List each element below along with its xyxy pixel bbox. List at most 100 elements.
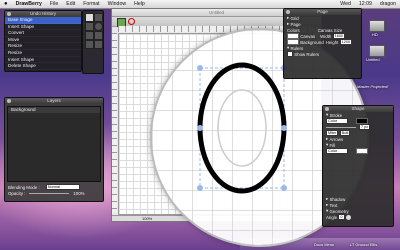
magnified-handle[interactable] bbox=[197, 185, 203, 191]
text-tool-icon[interactable] bbox=[94, 31, 103, 40]
zoom-level[interactable]: 100% bbox=[142, 216, 152, 221]
angle-label: Angle bbox=[326, 214, 338, 220]
opacity-value: 100% bbox=[73, 190, 85, 196]
rectangle-tool-icon[interactable] bbox=[85, 22, 94, 31]
undo-item[interactable]: Delete Shape bbox=[5, 63, 81, 70]
close-icon[interactable] bbox=[286, 10, 290, 14]
undo-history-list: Base Image Insert Shape Convert Move Res… bbox=[5, 17, 81, 70]
show-rulers-label: Show Rulers bbox=[294, 51, 320, 57]
undo-item[interactable]: Move bbox=[5, 37, 81, 44]
document-title: Untitled bbox=[208, 10, 225, 15]
opacity-row: Opacity : 100% bbox=[5, 190, 103, 196]
layers-titlebar[interactable]: Layers bbox=[5, 98, 103, 104]
undo-item[interactable]: Convert bbox=[5, 30, 81, 37]
line-tool-icon[interactable] bbox=[85, 31, 94, 40]
shape-panel-spacer bbox=[323, 154, 393, 196]
page-panel: Page ▸ Grid ▸ Page Colors Canvas Size Ca… bbox=[283, 8, 362, 79]
menu-day[interactable]: Wed bbox=[336, 1, 355, 7]
magnified-inner-oval bbox=[217, 89, 267, 167]
height-field[interactable]: 1200 bbox=[339, 39, 353, 45]
section-page-label: Page bbox=[290, 21, 301, 27]
undo-item[interactable]: Base Image bbox=[5, 17, 81, 24]
shadow-label: Shadow bbox=[329, 196, 346, 202]
dock-label[interactable]: LT Ground Ellis bbox=[350, 242, 377, 247]
drive-label-hd: HD bbox=[372, 32, 378, 37]
magnified-handle[interactable] bbox=[197, 65, 203, 71]
magnified-handle[interactable] bbox=[197, 125, 203, 131]
canvas-color-label: Canvas bbox=[300, 33, 316, 39]
undo-history-title: Undo History bbox=[29, 11, 56, 16]
canvas-size-label: Canvas Size bbox=[317, 27, 343, 33]
dock-label[interactable]: Docs Menu bbox=[314, 242, 334, 247]
shape-title: Shape bbox=[351, 106, 365, 111]
undo-history-titlebar[interactable]: Undo History bbox=[5, 11, 81, 17]
vertical-ruler bbox=[112, 33, 117, 213]
tool-palette bbox=[82, 10, 104, 74]
layers-list: Background bbox=[7, 106, 101, 182]
layer-row-background[interactable]: Background bbox=[8, 107, 100, 113]
magnified-oval[interactable] bbox=[197, 62, 287, 194]
show-rulers-row: Show Rulers bbox=[284, 51, 361, 57]
close-icon[interactable] bbox=[7, 99, 11, 103]
close-icon[interactable] bbox=[325, 107, 329, 111]
angle-dial-icon[interactable] bbox=[345, 214, 351, 220]
menu-user[interactable]: dragon bbox=[376, 1, 400, 7]
text-label: Text bbox=[329, 202, 338, 208]
disclosure-triangle-icon[interactable]: ▸ bbox=[287, 21, 289, 27]
magnified-handle[interactable] bbox=[281, 125, 287, 131]
fill-type-select[interactable]: Color bbox=[326, 148, 348, 154]
close-icon[interactable] bbox=[7, 12, 11, 16]
stroke-label: Stroke bbox=[329, 112, 343, 118]
hard-drive-icon[interactable] bbox=[369, 20, 385, 32]
stroke-type-select[interactable]: Color bbox=[326, 118, 348, 124]
menu-format[interactable]: Format bbox=[79, 1, 103, 7]
disclosure-triangle-icon[interactable]: ▾ bbox=[326, 208, 328, 214]
blending-label: Blending Mode : bbox=[8, 184, 40, 190]
width-label: Width bbox=[320, 33, 332, 39]
zoom-tool-icon[interactable] bbox=[85, 40, 94, 49]
prohibited-icon[interactable] bbox=[128, 18, 135, 25]
opacity-slider[interactable] bbox=[29, 192, 70, 194]
stroke-width-field[interactable]: 7 px bbox=[359, 124, 371, 130]
volume-icon[interactable] bbox=[369, 45, 385, 57]
background-color-label: Background bbox=[300, 39, 324, 45]
page-title: Page bbox=[317, 9, 328, 14]
menu-app-name[interactable]: DrawBerry bbox=[12, 1, 46, 7]
menu-window[interactable]: Window bbox=[104, 1, 130, 7]
menu-file[interactable]: File bbox=[46, 1, 62, 7]
opacity-label: Opacity : bbox=[8, 190, 26, 196]
background-color-row: Background Height 1200 bbox=[284, 39, 361, 45]
layers-panel: Layers Background Blending Mode : Normal… bbox=[4, 97, 104, 202]
butt-select[interactable]: Butt bbox=[339, 130, 351, 136]
colors-label: Colors bbox=[287, 27, 300, 33]
section-grid-label: Grid bbox=[290, 15, 299, 21]
stroke-width-slider[interactable] bbox=[326, 126, 356, 128]
apple-menu-icon[interactable]: ● bbox=[0, 1, 12, 7]
undo-item[interactable]: Resize bbox=[5, 43, 81, 50]
undo-item[interactable]: Resize bbox=[5, 50, 81, 57]
dock: Docs Menu LT Ground Ellis bbox=[240, 238, 400, 250]
menu-extras: Wed 12:09 dragon bbox=[336, 1, 400, 7]
menu-help[interactable]: Help bbox=[130, 1, 149, 7]
blending-select[interactable]: Normal bbox=[45, 184, 80, 190]
menu-clock[interactable]: 12:09 bbox=[355, 1, 376, 7]
undo-item[interactable]: Insert Shape bbox=[5, 57, 81, 64]
undo-item[interactable]: Insert Shape bbox=[5, 24, 81, 31]
shape-panel: Shape ▾ Stroke Color 7 px Miter Butt ▸ A… bbox=[322, 105, 394, 227]
magnified-handle[interactable] bbox=[281, 185, 287, 191]
arrow-tool-icon[interactable] bbox=[85, 13, 94, 22]
angle-row: Angle 0 bbox=[323, 214, 393, 220]
hand-tool-icon[interactable] bbox=[94, 40, 103, 49]
oval-tool-icon[interactable] bbox=[94, 22, 103, 31]
menu-edit[interactable]: Edit bbox=[62, 1, 79, 7]
height-label: Height bbox=[325, 39, 339, 45]
rulers-label: Rulers bbox=[290, 45, 304, 51]
fill-color-well[interactable] bbox=[356, 148, 368, 154]
shape-titlebar[interactable]: Shape bbox=[323, 106, 393, 112]
magnifier-label: Master Projected! bbox=[357, 84, 389, 89]
angle-field[interactable]: 0 bbox=[338, 214, 345, 220]
show-rulers-checkbox[interactable] bbox=[287, 51, 293, 57]
drive-label-untitled: Untitled bbox=[366, 57, 380, 62]
page-titlebar[interactable]: Page bbox=[284, 9, 361, 15]
pen-tool-icon[interactable] bbox=[94, 13, 103, 22]
